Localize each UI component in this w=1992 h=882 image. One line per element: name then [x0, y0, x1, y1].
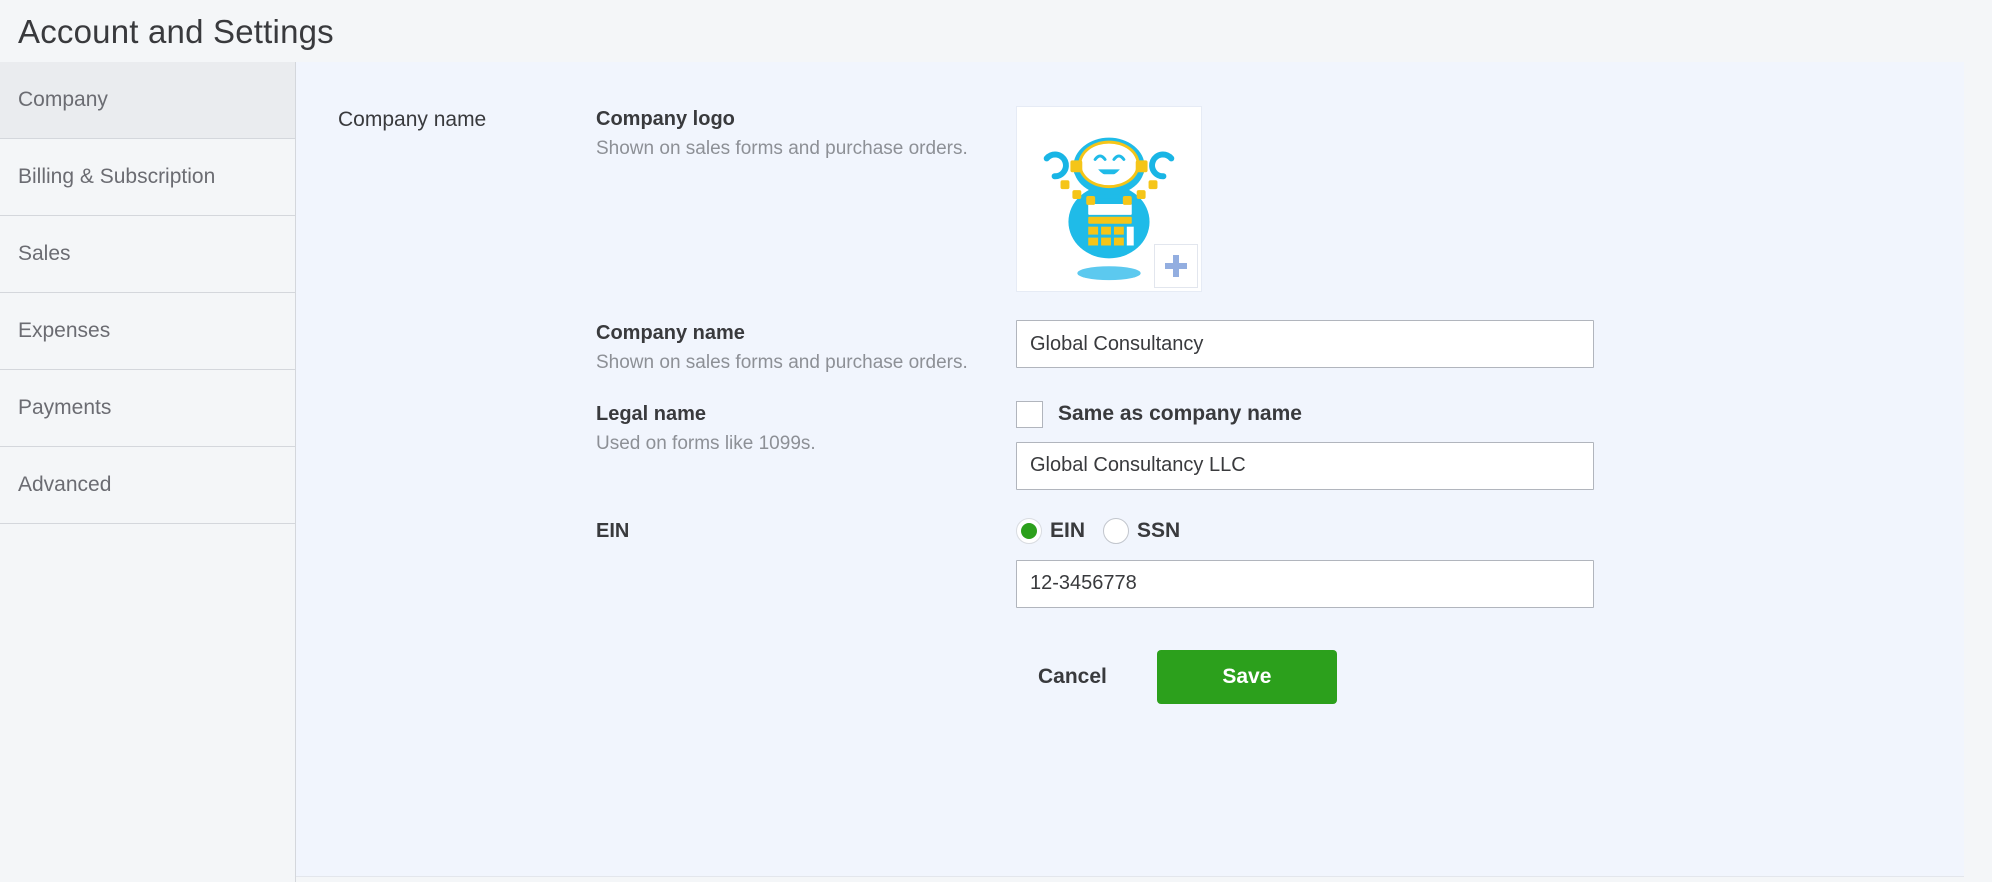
sidebar-item-payments[interactable]: Payments	[0, 370, 295, 447]
company-logo-subtitle: Shown on sales forms and purchase orders…	[596, 138, 968, 159]
add-logo-plus-icon[interactable]	[1154, 244, 1198, 288]
company-name-subtitle: Shown on sales forms and purchase orders…	[596, 352, 968, 373]
sidebar-item-label: Expenses	[18, 319, 111, 342]
sidebar-item-label: Company	[18, 88, 108, 111]
ein-ssn-radio-group: EIN SSN	[1016, 517, 1594, 544]
ein-row: EIN EIN SSN 12-3456778 Cancel Save	[596, 517, 1964, 704]
ein-title: EIN	[596, 519, 630, 542]
sidebar-item-label: Billing & Subscription	[18, 165, 216, 188]
legal-name-description: Legal name Used on forms like 1099s.	[596, 401, 1016, 458]
ssn-radio-label: SSN	[1137, 518, 1181, 542]
company-logo-control	[1016, 106, 1594, 292]
company-name-section: Company name Company logo Shown on sales…	[296, 106, 1964, 728]
sidebar-item-label: Sales	[18, 242, 71, 265]
same-as-company-name-label: Same as company name	[1058, 402, 1302, 426]
ein-description: EIN	[596, 518, 1016, 545]
company-name-title: Company name	[596, 322, 745, 344]
sidebar-item-billing-subscription[interactable]: Billing & Subscription	[0, 139, 295, 216]
page-title: Account and Settings	[18, 12, 334, 50]
form-actions: Cancel Save	[1016, 649, 1594, 704]
company-settings-panel: Company name Company logo Shown on sales…	[296, 62, 1964, 877]
same-as-company-name-checkbox[interactable]	[1016, 400, 1043, 428]
main-area: Company name Company logo Shown on sales…	[296, 62, 1992, 882]
ein-input[interactable]	[1016, 559, 1594, 608]
company-logo-tile[interactable]	[1016, 106, 1202, 292]
legal-name-input[interactable]	[1016, 441, 1594, 490]
ein-radio-option[interactable]: EIN	[1016, 517, 1086, 544]
company-name-input[interactable]	[1016, 320, 1594, 368]
settings-sidebar: Company Billing & Subscription Sales Exp…	[0, 62, 296, 882]
sidebar-item-label: Advanced	[18, 473, 112, 496]
ssn-radio-button[interactable]	[1103, 517, 1130, 544]
sidebar-item-label: Payments	[18, 396, 112, 419]
app-shell: Company Billing & Subscription Sales Exp…	[0, 62, 1992, 882]
ssn-radio-option[interactable]: SSN	[1103, 517, 1181, 544]
section-title: Company name	[338, 108, 487, 131]
company-logo-title: Company logo	[596, 108, 735, 130]
section-fields: Company logo Shown on sales forms and pu…	[596, 106, 1964, 728]
legal-name-title: Legal name	[596, 402, 707, 425]
company-name-row: Company name Shown on sales forms and pu…	[596, 320, 1964, 377]
legal-name-control: Same as company name	[1016, 400, 1594, 490]
same-as-company-name-checkbox-row[interactable]: Same as company name	[1016, 400, 1594, 428]
company-name-control	[1016, 320, 1594, 368]
save-button[interactable]: Save	[1156, 649, 1337, 704]
ein-radio-button[interactable]	[1016, 517, 1042, 544]
company-logo-description: Company logo Shown on sales forms and pu…	[596, 106, 1016, 163]
legal-name-row: Legal name Used on forms like 1099s. Sam…	[596, 400, 1964, 490]
ein-control: EIN SSN Cancel Save	[1016, 517, 1594, 704]
sidebar-item-expenses[interactable]: Expenses	[0, 293, 295, 370]
ein-radio-label: EIN	[1050, 518, 1086, 542]
sidebar-item-advanced[interactable]: Advanced	[0, 447, 295, 524]
company-logo-row: Company logo Shown on sales forms and pu…	[596, 106, 1964, 292]
legal-name-subtitle: Used on forms like 1099s.	[596, 432, 816, 454]
company-name-description: Company name Shown on sales forms and pu…	[596, 320, 1016, 377]
sidebar-item-sales[interactable]: Sales	[0, 216, 295, 293]
sidebar-item-company[interactable]: Company	[0, 62, 295, 139]
page-header: Account and Settings	[0, 0, 1992, 62]
cancel-button[interactable]: Cancel	[1016, 655, 1129, 699]
